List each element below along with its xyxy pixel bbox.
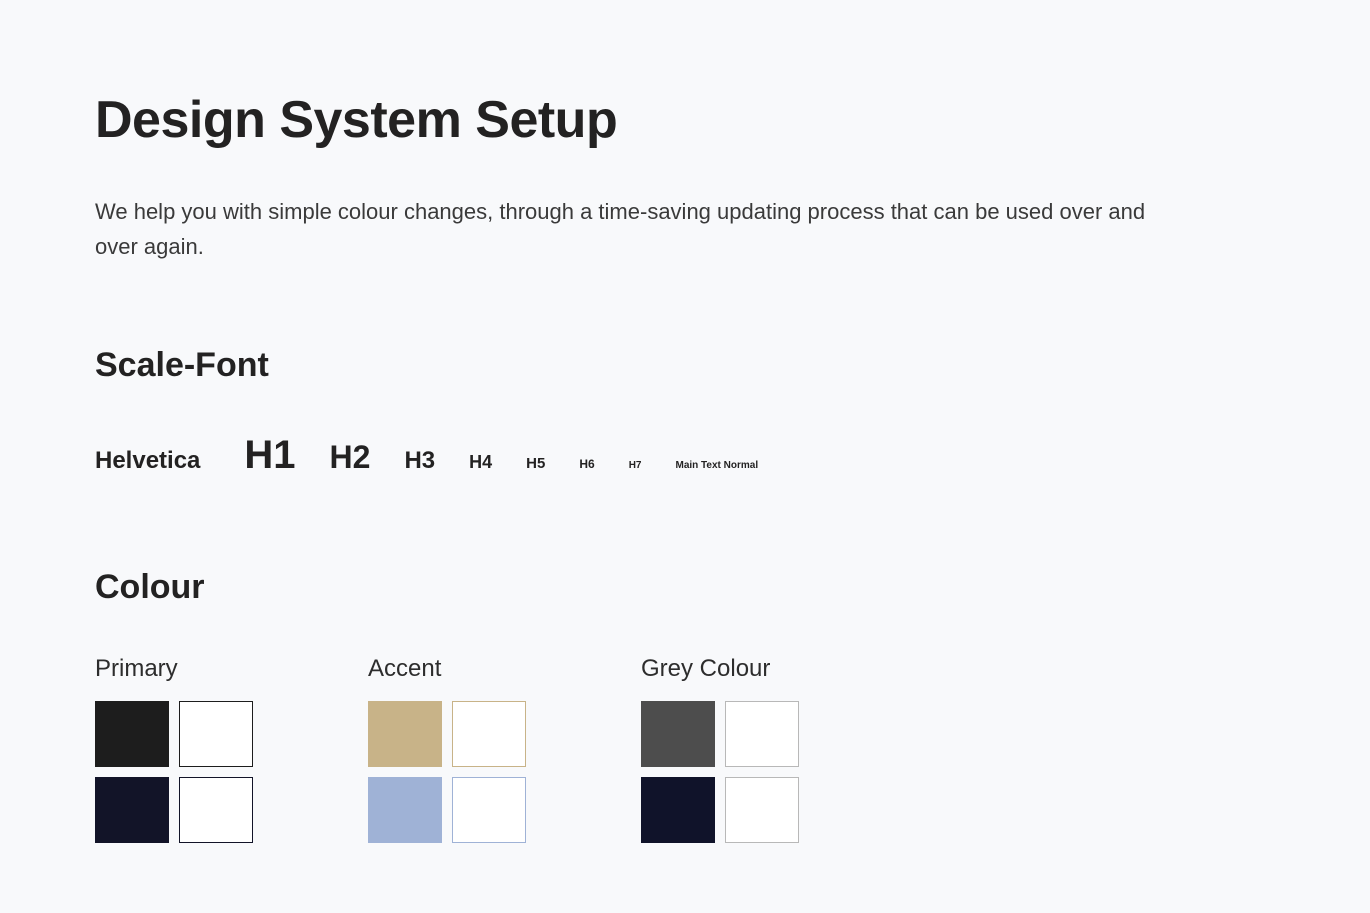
- primary-swatch-1: [179, 701, 253, 767]
- scale-h6: H6: [579, 457, 594, 471]
- scale-h4: H4: [469, 452, 492, 473]
- font-scale-row: Helvetica H1 H2 H3 H4 H5 H6 H7 Main Text…: [95, 433, 1275, 478]
- scale-h3: H3: [404, 447, 435, 475]
- grey-swatch-1: [725, 701, 799, 767]
- accent-swatch-0: [368, 701, 442, 767]
- accent-swatch-grid: [368, 701, 526, 843]
- colour-group-accent: Accent: [368, 655, 526, 843]
- accent-swatch-2: [368, 777, 442, 843]
- grey-swatch-2: [641, 777, 715, 843]
- primary-swatch-0: [95, 701, 169, 767]
- scale-font-heading: Scale-Font: [95, 346, 1275, 385]
- grey-swatch-0: [641, 701, 715, 767]
- grey-swatch-grid: [641, 701, 799, 843]
- scale-h2: H2: [330, 439, 371, 476]
- scale-h7: H7: [629, 460, 642, 471]
- accent-swatch-3: [452, 777, 526, 843]
- font-name-label: Helvetica: [95, 447, 200, 475]
- accent-label: Accent: [368, 655, 526, 683]
- primary-label: Primary: [95, 655, 253, 683]
- scale-h5: H5: [526, 455, 545, 472]
- page-subtitle: We help you with simple colour changes, …: [95, 194, 1155, 264]
- primary-swatch-grid: [95, 701, 253, 843]
- accent-swatch-1: [452, 701, 526, 767]
- colour-group-grey: Grey Colour: [641, 655, 799, 843]
- grey-swatch-3: [725, 777, 799, 843]
- colour-heading: Colour: [95, 568, 1275, 607]
- grey-label: Grey Colour: [641, 655, 799, 683]
- primary-swatch-2: [95, 777, 169, 843]
- colour-group-primary: Primary: [95, 655, 253, 843]
- primary-swatch-3: [179, 777, 253, 843]
- colour-groups: Primary Accent Grey Colour: [95, 655, 1275, 843]
- scale-main-text: Main Text Normal: [675, 460, 758, 471]
- page-title: Design System Setup: [95, 90, 1275, 150]
- scale-h1: H1: [244, 433, 295, 478]
